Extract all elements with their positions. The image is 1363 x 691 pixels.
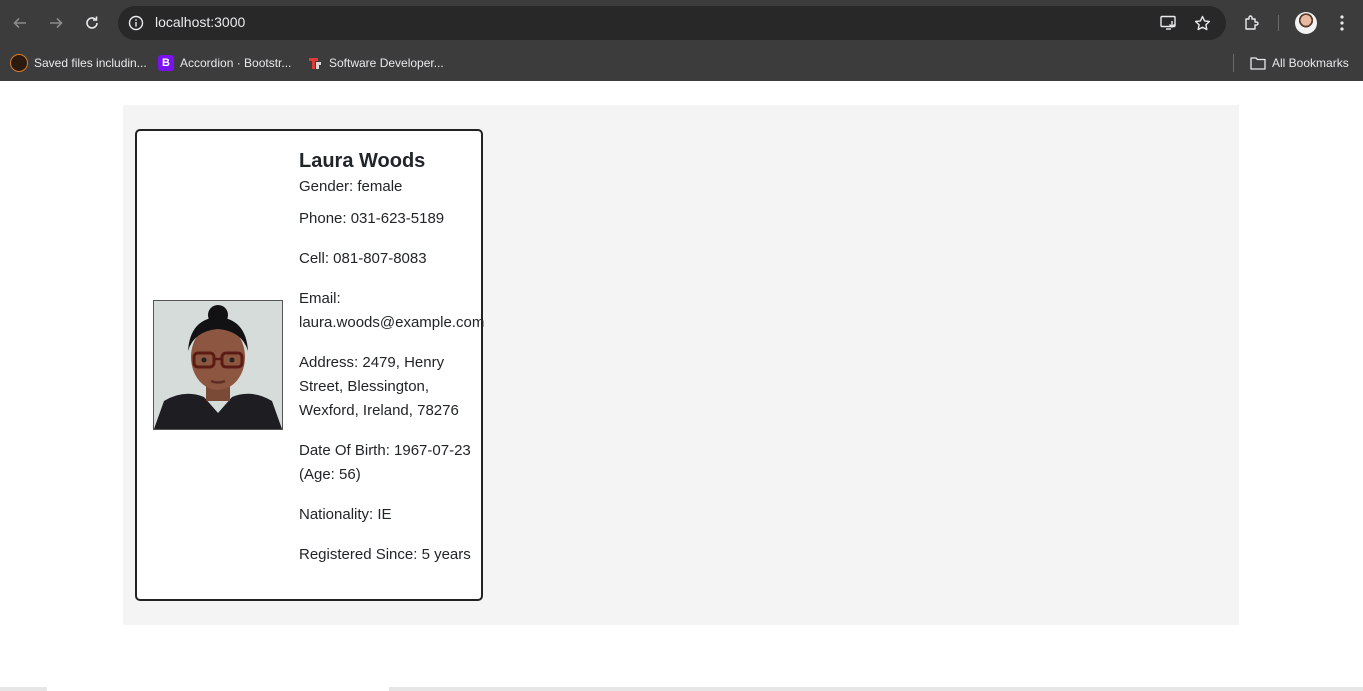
email-label: Email: xyxy=(299,290,341,307)
user-cell: Cell: 081-807-8083 xyxy=(299,250,427,267)
profile-avatar[interactable] xyxy=(1295,12,1317,34)
saved-files-icon xyxy=(10,54,28,72)
toolbar-divider xyxy=(1278,15,1279,31)
reload-button[interactable] xyxy=(80,11,104,35)
all-bookmarks-button[interactable]: All Bookmarks xyxy=(1250,53,1349,73)
user-name: Laura Woods xyxy=(299,150,426,172)
user-address: Address: 2479, Henry Street, Blessington… xyxy=(299,351,499,423)
user-card: Laura Woods Gender: female Phone: 031-62… xyxy=(135,129,484,601)
user-list-panel: Laura Woods Gender: female Phone: 031-62… xyxy=(123,105,1239,625)
user-phone: Phone: 031-623-5189 xyxy=(299,210,445,227)
bookmark-accordion-bootstrap[interactable]: B Accordion · Bootstr... xyxy=(158,53,291,73)
user-registered: Registered Since: 5 years xyxy=(299,546,471,563)
bookmark-saved-files[interactable]: Saved files includin... xyxy=(10,53,147,73)
user-date-of-birth: Date Of Birth: 1967-07-23 (Age: 56) xyxy=(299,439,499,487)
site-info-icon[interactable] xyxy=(126,13,146,33)
user-photo xyxy=(153,300,283,430)
bookmarks-bar: Saved files includin... B Accordion · Bo… xyxy=(0,45,1363,81)
browser-frame: localhost:3000 Saved files includin... B… xyxy=(0,0,1363,81)
reload-icon xyxy=(86,16,98,29)
bookmark-software-developer[interactable]: Software Developer... xyxy=(307,53,444,73)
email-value: laura.woods@example.com xyxy=(299,314,485,331)
all-bookmarks-label: All Bookmarks xyxy=(1272,56,1349,70)
user-email: Email: laura.woods@example.com xyxy=(299,287,499,335)
bookmark-star-icon[interactable] xyxy=(1192,13,1212,33)
folder-icon xyxy=(1250,55,1266,71)
user-info: Laura Woods Gender: female Phone: 031-62… xyxy=(299,147,499,583)
extensions-icon[interactable] xyxy=(1240,11,1264,35)
bookmarks-divider xyxy=(1233,54,1234,72)
address-line-2: Street, Blessington, xyxy=(299,378,430,395)
dob-line-2: (Age: 56) xyxy=(299,466,361,483)
address-url[interactable]: localhost:3000 xyxy=(155,14,245,30)
forward-button[interactable] xyxy=(44,11,68,35)
menu-kebab-icon[interactable] xyxy=(1330,11,1354,35)
page-content: Laura Woods Gender: female Phone: 031-62… xyxy=(0,81,1363,691)
bookmark-label: Software Developer... xyxy=(329,56,444,70)
bootstrap-icon: B xyxy=(158,55,174,71)
software-developer-icon xyxy=(307,55,323,71)
bookmark-label: Saved files includin... xyxy=(34,56,147,70)
user-nationality: Nationality: IE xyxy=(299,506,392,523)
forward-arrow-icon xyxy=(50,17,63,29)
back-arrow-icon xyxy=(13,17,26,29)
dob-line-1: Date Of Birth: 1967-07-23 xyxy=(299,442,471,459)
browser-toolbar: localhost:3000 xyxy=(0,0,1363,45)
back-button[interactable] xyxy=(8,11,32,35)
address-line-3: Wexford, Ireland, 78276 xyxy=(299,402,459,419)
user-gender: Gender: female xyxy=(299,178,403,195)
scrollbar-thumb[interactable] xyxy=(47,687,389,691)
bookmark-label: Accordion · Bootstr... xyxy=(180,56,292,70)
horizontal-scrollbar[interactable] xyxy=(0,687,1363,691)
install-app-icon[interactable] xyxy=(1159,13,1179,33)
address-bar[interactable]: localhost:3000 xyxy=(118,6,1226,40)
address-line-1: Address: 2479, Henry xyxy=(299,354,445,371)
